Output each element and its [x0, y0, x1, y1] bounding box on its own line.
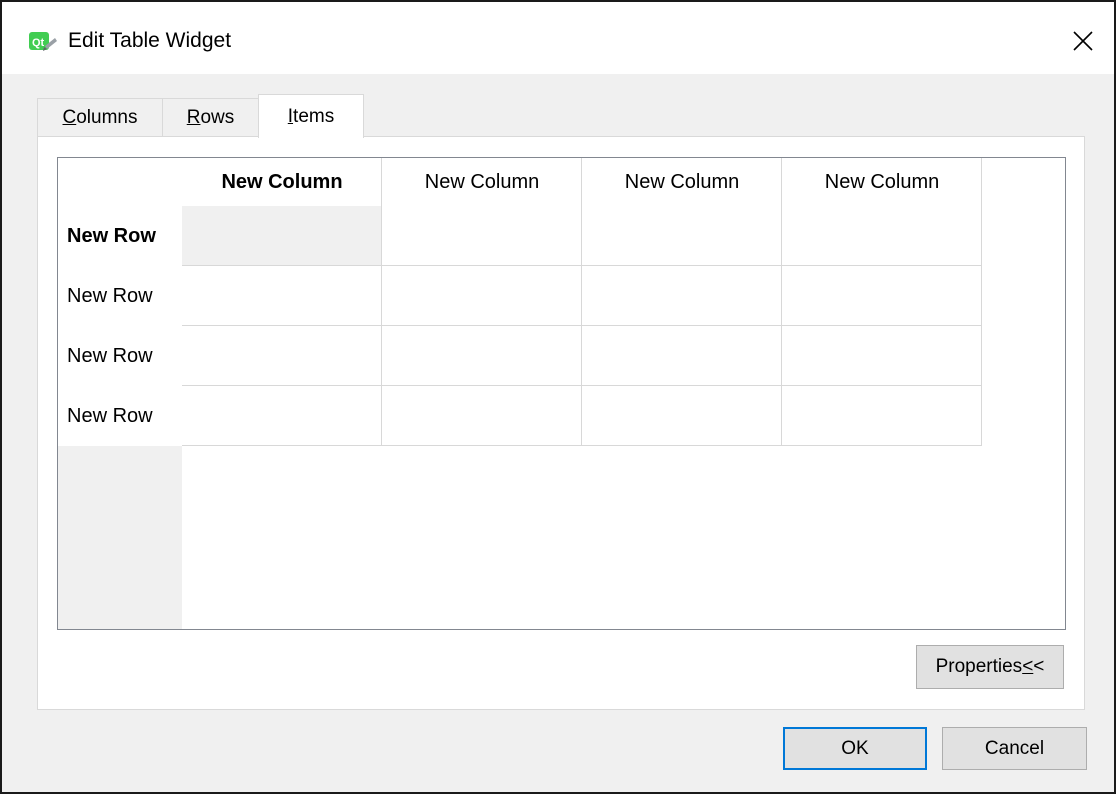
table-cell[interactable]	[382, 386, 582, 446]
vertical-header-empty-area	[58, 446, 182, 629]
tab-items[interactable]: Items	[258, 94, 364, 138]
table-cell[interactable]	[782, 206, 982, 266]
properties-button-mnemonic: <	[1022, 656, 1034, 677]
window-title: Edit Table Widget	[68, 29, 232, 52]
table-corner	[58, 158, 182, 206]
table-cell[interactable]	[782, 386, 982, 446]
table-cell[interactable]	[582, 206, 782, 266]
table-cell[interactable]	[782, 326, 982, 386]
tab-columns-mnemonic: C	[62, 106, 77, 128]
svg-text:Qt: Qt	[32, 37, 45, 49]
row-header[interactable]: New Row	[58, 386, 182, 446]
items-tab-panel: New Column New Column New Column New Col…	[37, 136, 1085, 710]
edit-table-widget-dialog: Qt Edit Table Widget Columns Rows Items …	[0, 0, 1116, 794]
row-header[interactable]: New Row	[58, 206, 182, 266]
table-cell[interactable]	[582, 266, 782, 326]
row-header[interactable]: New Row	[58, 266, 182, 326]
tab-rows-label: ows	[200, 106, 235, 128]
column-header[interactable]: New Column	[382, 158, 582, 206]
title-bar[interactable]: Qt Edit Table Widget	[2, 2, 1114, 74]
row-header[interactable]: New Row	[58, 326, 182, 386]
table-cell[interactable]	[782, 266, 982, 326]
close-button[interactable]	[1062, 20, 1104, 62]
tab-rows-mnemonic: R	[186, 106, 201, 128]
close-icon	[1073, 31, 1093, 51]
tab-columns[interactable]: Columns	[37, 98, 163, 136]
qt-designer-icon: Qt	[29, 32, 57, 51]
table-cell[interactable]	[182, 386, 382, 446]
column-header[interactable]: New Column	[182, 158, 382, 206]
properties-toggle-button[interactable]: Properties < <	[916, 645, 1064, 689]
table-cell[interactable]	[182, 266, 382, 326]
ok-button[interactable]: OK	[783, 727, 927, 770]
cancel-button[interactable]: Cancel	[942, 727, 1087, 770]
column-header[interactable]: New Column	[582, 158, 782, 206]
table-cell[interactable]	[382, 326, 582, 386]
tab-items-label: tems	[293, 105, 335, 127]
table-cell[interactable]	[182, 206, 382, 266]
table-cell[interactable]	[582, 326, 782, 386]
table-cell[interactable]	[182, 326, 382, 386]
table-cell[interactable]	[382, 266, 582, 326]
column-separator	[981, 158, 982, 206]
properties-button-rest: <	[1033, 656, 1045, 677]
items-table[interactable]: New Column New Column New Column New Col…	[57, 157, 1066, 630]
properties-button-label: Properties	[935, 656, 1023, 677]
tab-rows[interactable]: Rows	[162, 98, 259, 136]
tab-columns-label: olumns	[76, 106, 138, 128]
table-cell[interactable]	[582, 386, 782, 446]
column-header[interactable]: New Column	[782, 158, 982, 206]
table-cell[interactable]	[382, 206, 582, 266]
